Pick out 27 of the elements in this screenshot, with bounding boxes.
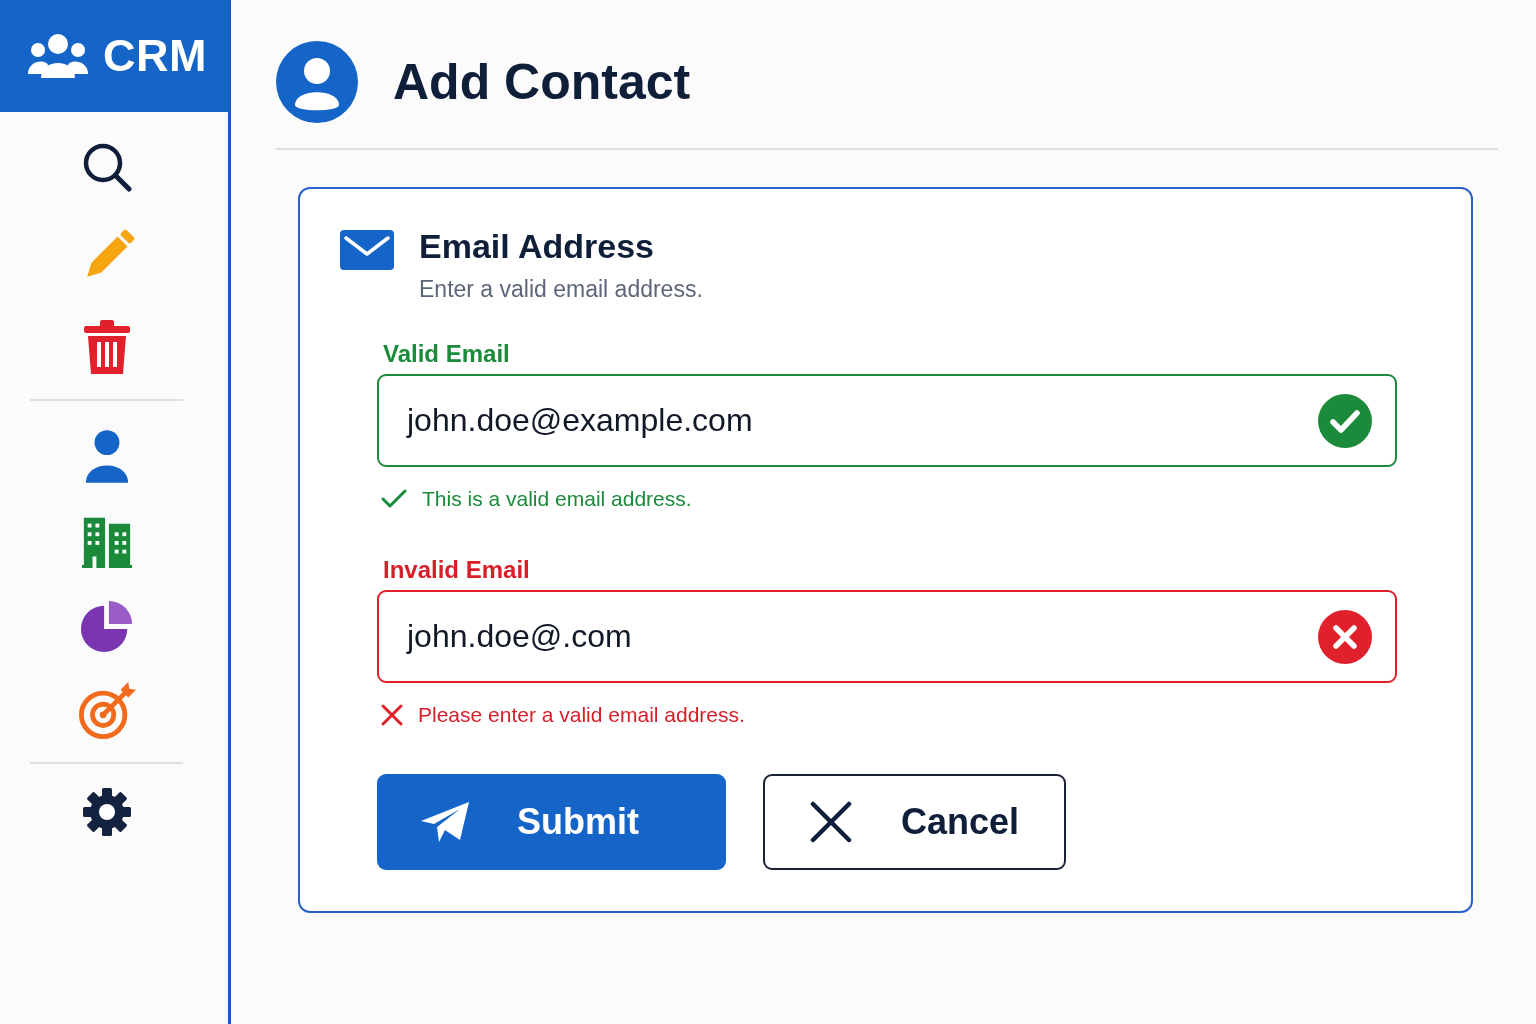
validation-message: Please enter a valid email address. bbox=[418, 702, 745, 728]
trash-icon[interactable] bbox=[82, 319, 131, 375]
submit-button[interactable]: Submit bbox=[377, 774, 726, 870]
card-title: Email Address bbox=[419, 227, 655, 265]
check-circle-icon bbox=[1318, 393, 1372, 448]
field-label: Valid Email bbox=[383, 340, 510, 368]
email-field[interactable]: john.doe@.com bbox=[377, 590, 1397, 683]
settings-icon[interactable] bbox=[81, 787, 132, 837]
envelope-icon bbox=[340, 230, 394, 270]
paper-plane-icon bbox=[420, 801, 470, 843]
page-title: Add Contact bbox=[393, 53, 691, 112]
close-icon bbox=[810, 801, 852, 843]
checkmark-icon bbox=[381, 489, 407, 509]
card-description: Enter a valid email address. bbox=[419, 275, 703, 303]
x-circle-icon bbox=[1318, 609, 1372, 664]
cross-icon bbox=[381, 704, 403, 726]
person-icon[interactable] bbox=[83, 429, 130, 483]
pie-chart-icon[interactable] bbox=[79, 599, 134, 653]
validation-message: This is a valid email address. bbox=[422, 486, 692, 512]
search-icon[interactable] bbox=[81, 142, 132, 192]
email-field[interactable]: john.doe@example.com bbox=[377, 374, 1397, 467]
field-label: Invalid Email bbox=[383, 556, 530, 584]
people-icon bbox=[28, 34, 88, 78]
target-icon[interactable] bbox=[77, 682, 136, 740]
cancel-button[interactable]: Cancel bbox=[763, 774, 1066, 870]
person-circle-icon bbox=[276, 41, 358, 123]
brand-name: CRM bbox=[103, 30, 207, 82]
